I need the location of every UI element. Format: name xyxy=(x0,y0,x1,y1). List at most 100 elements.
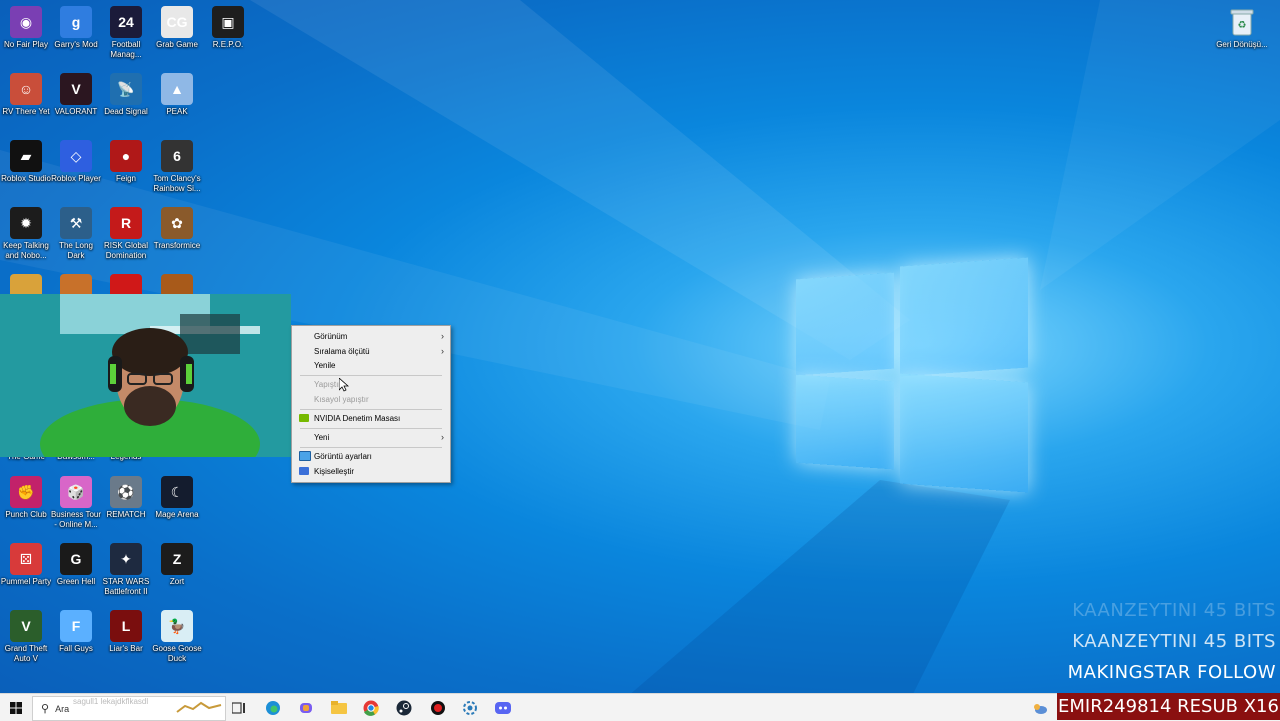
copilot-icon[interactable] xyxy=(296,698,316,718)
app-icon: ✊ xyxy=(10,476,42,508)
menu-separator xyxy=(300,447,442,448)
desktop-icon-label: RV There Yet xyxy=(2,107,50,116)
desktop-icon[interactable]: CG Grab Game xyxy=(151,6,203,50)
desktop-icon[interactable]: ☺ RV There Yet xyxy=(0,73,52,117)
menu-separator xyxy=(300,428,442,429)
desktop-icon-label: Football Manag... xyxy=(110,40,142,59)
desktop-icon-label: Grand Theft Auto V xyxy=(4,644,48,663)
app-icon: 6 xyxy=(161,140,193,172)
weather-icon[interactable] xyxy=(1030,698,1050,718)
desktop-icon[interactable]: ⚽ REMATCH xyxy=(100,476,152,520)
desktop-icon-label: Roblox Studio xyxy=(1,174,51,183)
stream-alert-follow: MAKINGSTAR FOLLOW xyxy=(1067,662,1276,683)
app-icon: ⚄ xyxy=(10,543,42,575)
taskbar-search-box[interactable]: ⚲ Ara sagull1 lekajdkflkasdl xyxy=(32,696,226,721)
chevron-right-icon: › xyxy=(441,331,444,341)
file-explorer-icon[interactable] xyxy=(329,698,349,718)
app-icon: 🦆 xyxy=(161,610,193,642)
desktop-icon[interactable]: 🦆 Goose Goose Duck xyxy=(151,610,203,664)
desktop-icon[interactable]: Z Zort xyxy=(151,543,203,587)
app-icon: ▣ xyxy=(212,6,244,38)
edge-icon[interactable] xyxy=(263,698,283,718)
svg-text:♻: ♻ xyxy=(1238,20,1247,31)
desktop-icon[interactable]: 📡 Dead Signal xyxy=(100,73,152,117)
app-icon: ◉ xyxy=(10,6,42,38)
menu-separator xyxy=(300,375,442,376)
desktop-icon-label: The Long Dark xyxy=(59,241,93,260)
app-icon: CG xyxy=(161,6,193,38)
desktop-icon[interactable]: 🎲 Business Tour - Online M... xyxy=(50,476,102,530)
desktop-icon[interactable]: ⚄ Pummel Party xyxy=(0,543,52,587)
desktop-icon[interactable]: ▲ PEAK xyxy=(151,73,203,117)
chevron-right-icon: › xyxy=(441,346,444,356)
personalize-icon xyxy=(299,467,309,475)
desktop-icon-label: Pummel Party xyxy=(0,577,52,586)
desktop-icon[interactable]: V VALORANT xyxy=(50,73,102,117)
app-icon: 📡 xyxy=(110,73,142,105)
nvidia-icon xyxy=(299,414,309,422)
desktop-icon-label: STAR WARS Battlefront II xyxy=(102,577,150,596)
menu-item-kisayol-yapistir: Kısayol yapıştır xyxy=(314,394,369,404)
desktop-icon-label: Feign xyxy=(115,174,136,183)
desktop-icon-label: Dead Signal xyxy=(104,107,148,116)
discord-icon[interactable] xyxy=(493,698,513,718)
desktop-icon[interactable]: ✦ STAR WARS Battlefront II xyxy=(100,543,152,597)
desktop-icon-label: Mage Arena xyxy=(155,510,199,519)
menu-item-goruntu-ayarlari[interactable]: Görüntü ayarları xyxy=(292,449,450,463)
menu-item-yeni[interactable]: Yeni › xyxy=(292,430,450,444)
app-red-icon[interactable] xyxy=(428,698,448,718)
desktop-icon[interactable]: 24 Football Manag... xyxy=(100,6,152,60)
desktop-icon-label: Fall Guys xyxy=(59,644,93,653)
app-icon: ⚒ xyxy=(60,207,92,239)
chevron-right-icon: › xyxy=(441,432,444,442)
desktop-icon[interactable]: R RISK Global Domination xyxy=(100,207,152,261)
menu-separator xyxy=(300,409,442,410)
menu-item-kisisellestir[interactable]: Kişiselleştir xyxy=(292,464,450,478)
desktop-icon[interactable]: ✹ Keep Talking and Nobo... xyxy=(0,207,52,261)
steam-icon[interactable] xyxy=(394,698,414,718)
desktop-icon[interactable]: ◉ No Fair Play xyxy=(0,6,52,50)
settings-app-icon[interactable] xyxy=(460,698,480,718)
stream-alert-bits: KAANZEYTINI 45 BITS xyxy=(1072,631,1276,652)
app-icon: ☾ xyxy=(161,476,193,508)
task-view-icon[interactable] xyxy=(229,698,249,718)
chrome-icon[interactable] xyxy=(361,698,381,718)
desktop-icon[interactable]: ☾ Mage Arena xyxy=(151,476,203,520)
desktop-icon[interactable]: ▰ Roblox Studio xyxy=(0,140,52,184)
stream-resub-banner: EMIR249814 RESUB X16 xyxy=(1057,693,1280,720)
desktop-icon-label: Goose Goose Duck xyxy=(152,644,202,663)
desktop-icon[interactable]: ⚒ The Long Dark xyxy=(50,207,102,261)
app-icon: ✦ xyxy=(110,543,142,575)
desktop-icon-label: Garry's Mod xyxy=(54,40,98,49)
menu-item-gorunum[interactable]: Görünüm › xyxy=(292,329,450,343)
desktop-icon[interactable]: ▣ R.E.P.O. xyxy=(202,6,254,50)
desktop-icon[interactable]: 6 Tom Clancy's Rainbow Si... xyxy=(151,140,203,194)
desktop-icon[interactable]: L Liar's Bar xyxy=(100,610,152,654)
menu-item-siralama[interactable]: Sıralama ölçütü › xyxy=(292,344,450,358)
desktop-icon[interactable]: ◇ Roblox Player xyxy=(50,140,102,184)
app-icon: V xyxy=(60,73,92,105)
desktop-icon-label: Roblox Player xyxy=(51,174,101,183)
search-icon: ⚲ xyxy=(41,703,50,715)
desktop-icon[interactable]: ✿ Transformice xyxy=(151,207,203,251)
desktop-icon[interactable]: G Green Hell xyxy=(50,543,102,587)
desktop-icon[interactable]: ● Feign xyxy=(100,140,152,184)
windows-start-icon[interactable] xyxy=(6,698,26,718)
app-icon: Z xyxy=(161,543,193,575)
desktop-icon-recycle-bin[interactable]: ♻ Geri Dönüşü... xyxy=(1216,6,1268,50)
stream-alert-faded: KAANZEYTINI 45 BITS xyxy=(1072,600,1276,621)
app-icon: ◇ xyxy=(60,140,92,172)
desktop-icon-label: Transformice xyxy=(153,241,201,250)
desktop-icon[interactable]: V Grand Theft Auto V xyxy=(0,610,52,664)
app-icon: 24 xyxy=(110,6,142,38)
app-icon: ⚽ xyxy=(110,476,142,508)
app-icon: ✹ xyxy=(10,207,42,239)
desktop-icon-label: Punch Club xyxy=(5,510,47,519)
desktop-icon[interactable]: ✊ Punch Club xyxy=(0,476,52,520)
desktop-icon[interactable]: g Garry's Mod xyxy=(50,6,102,50)
menu-item-nvidia[interactable]: NVIDIA Denetim Masası xyxy=(292,411,450,425)
desktop-icon[interactable]: F Fall Guys xyxy=(50,610,102,654)
app-icon: ▲ xyxy=(161,73,193,105)
desktop-icon-label: Green Hell xyxy=(56,577,96,586)
menu-item-yenile[interactable]: Yenile xyxy=(292,358,450,372)
